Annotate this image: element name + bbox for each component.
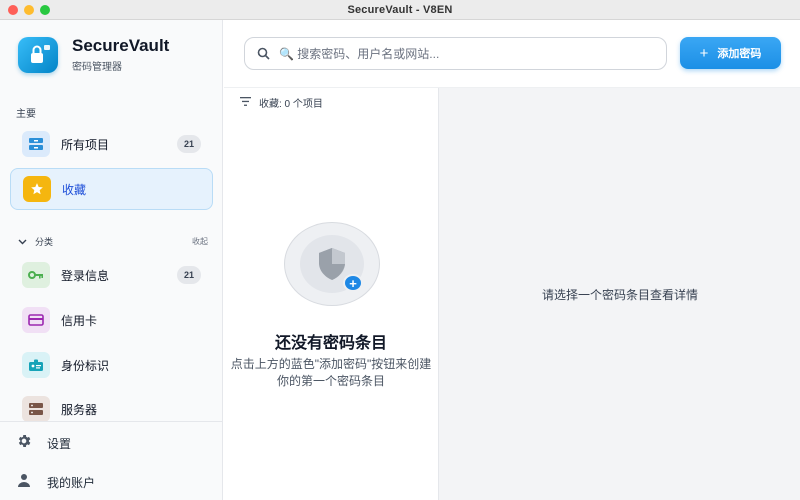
chevron-down-icon xyxy=(18,232,27,250)
category-header[interactable]: 分类 收起 xyxy=(18,232,208,250)
sidebar-item-all-items[interactable]: 所有项目 21 xyxy=(10,123,213,165)
title-bar: SecureVault - V8EN xyxy=(0,0,800,20)
plus-icon: + xyxy=(699,44,709,62)
sidebar-item-account[interactable]: 我的账户 xyxy=(16,472,95,493)
count-badge: 21 xyxy=(177,266,201,284)
minimize-window-button[interactable] xyxy=(24,5,34,15)
star-icon xyxy=(23,176,51,202)
sidebar-item-label: 登录信息 xyxy=(61,268,110,283)
server-icon xyxy=(22,396,50,422)
category-label: 分类 xyxy=(35,236,54,247)
brand: SecureVault 密码管理器 xyxy=(18,36,169,73)
maximize-window-button[interactable] xyxy=(40,5,50,15)
sidebar-item-favorites[interactable]: 收藏 xyxy=(10,168,213,210)
sidebar-item-label: 服务器 xyxy=(61,402,98,417)
id-badge-icon xyxy=(22,352,50,378)
vault-logo-icon xyxy=(18,36,58,73)
sidebar-footer: 设置 我的账户 xyxy=(0,421,222,500)
window-title: SecureVault - V8EN xyxy=(347,3,453,16)
sidebar-item-settings[interactable]: 设置 xyxy=(16,433,71,454)
user-icon xyxy=(16,472,32,493)
account-label: 我的账户 xyxy=(47,476,96,490)
filter-summary: 收藏: 0 个项目 xyxy=(259,98,323,110)
sidebar: SecureVault 密码管理器 主要 所有项目 21 收藏 分类 收起 登录… xyxy=(0,20,223,500)
detail-pane: 请选择一个密码条目查看详情 xyxy=(438,88,800,500)
empty-state-title: 还没有密码条目 xyxy=(274,335,387,352)
sidebar-item-label: 收藏 xyxy=(62,182,87,197)
app-subtitle: 密码管理器 xyxy=(72,62,122,73)
count-badge: 21 xyxy=(177,135,201,153)
sidebar-item-label: 信用卡 xyxy=(61,313,98,328)
collapse-link[interactable]: 收起 xyxy=(192,236,208,247)
credit-card-icon xyxy=(22,307,50,333)
sidebar-item-label: 所有项目 xyxy=(61,137,110,152)
header: + 添加密码 xyxy=(224,20,800,88)
key-icon xyxy=(22,262,50,288)
empty-state-illustration: + xyxy=(284,222,380,306)
search-icon xyxy=(255,46,271,62)
filter-icon xyxy=(240,93,251,111)
detail-placeholder: 请选择一个密码条目查看详情 xyxy=(541,288,698,302)
plus-badge-icon: + xyxy=(343,274,363,292)
sidebar-item-identities[interactable]: 身份标识 xyxy=(10,344,213,386)
list-pane: 收藏: 0 个项目 + 还没有密码条目 点击上方的蓝色"添加密码"按钮来创建你的… xyxy=(224,88,438,500)
gear-icon xyxy=(16,433,32,454)
filter-row: 收藏: 0 个项目 xyxy=(240,93,323,111)
sidebar-item-label: 身份标识 xyxy=(61,358,110,373)
empty-state-description: 点击上方的蓝色"添加密码"按钮来创建你的第一个密码条目 xyxy=(230,357,432,388)
sidebar-item-credit-cards[interactable]: 信用卡 xyxy=(10,299,213,341)
inbox-icon xyxy=(22,131,50,157)
window-controls xyxy=(8,5,50,15)
sidebar-item-logins[interactable]: 登录信息 21 xyxy=(10,254,213,296)
app-name: SecureVault xyxy=(72,36,170,55)
search-input[interactable] xyxy=(279,46,639,61)
settings-label: 设置 xyxy=(47,437,72,451)
close-window-button[interactable] xyxy=(8,5,18,15)
add-password-label: 添加密码 xyxy=(717,48,762,60)
section-label-main: 主要 xyxy=(16,109,36,120)
add-password-button[interactable]: + 添加密码 xyxy=(680,37,781,69)
search-box[interactable] xyxy=(244,37,667,70)
